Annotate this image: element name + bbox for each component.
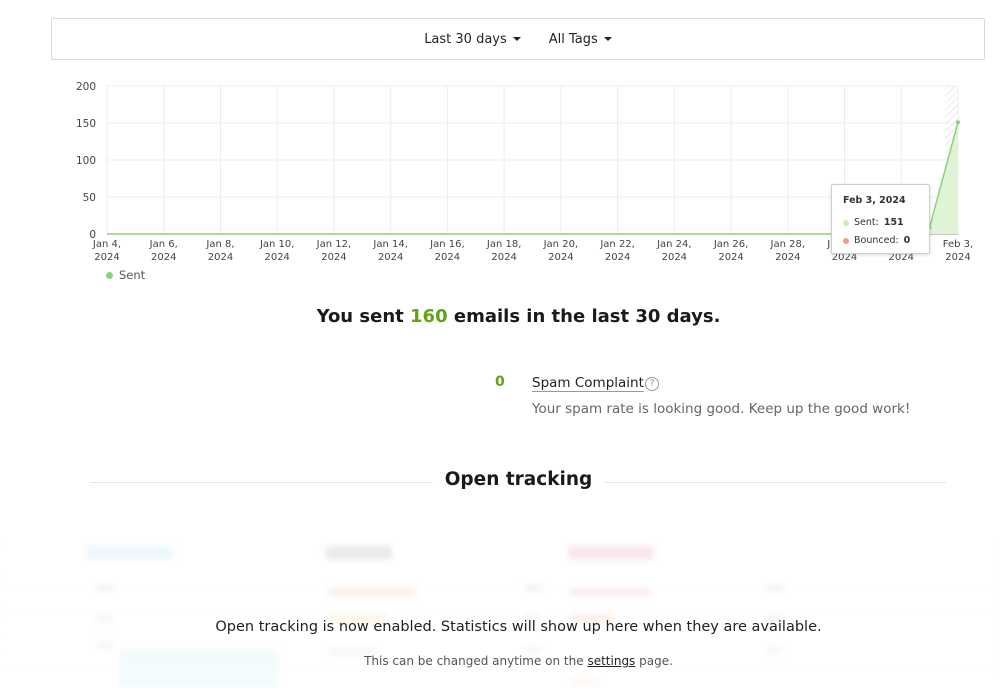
y-tick-label: 50 (83, 192, 96, 204)
tooltip-sent-value: 151 (883, 217, 904, 228)
spam-rate-message: Your spam rate is looking good. Keep up … (532, 401, 911, 417)
tooltip-sent-label: Sent: (854, 217, 879, 228)
tooltip-dot-bounced (843, 237, 849, 244)
x-tick-label: Jan 22, 2024 (599, 239, 635, 263)
y-tick-label: 100 (76, 155, 96, 167)
summary-prefix: You sent (316, 306, 404, 327)
filter-bar: Last 30 days All Tags (51, 18, 985, 60)
data-point-sent (956, 120, 960, 125)
x-tick-label: Jan 14, 2024 (372, 239, 408, 263)
open-tracking-title: Open tracking (0, 469, 1000, 490)
spam-complaint-label[interactable]: Spam Complaint (532, 375, 644, 392)
x-tick-label: Jan 16, 2024 (429, 239, 465, 263)
spam-complaint-count: 0 (495, 374, 505, 390)
open-tracking-title-text: Open tracking (432, 469, 605, 490)
subnotice-before: This can be changed anytime on the (364, 654, 584, 668)
tooltip-row-sent: Sent: 151 (843, 217, 919, 228)
x-tick-label: Jan 12, 2024 (316, 239, 352, 263)
tags-label: All Tags (548, 31, 598, 47)
subnotice-after: page. (639, 654, 673, 668)
tooltip-row-bounced: Bounced: 0 (843, 235, 919, 246)
x-tick-label: Jan 20, 2024 (543, 239, 579, 263)
chart-tooltip: Feb 3, 2024 Sent: 151 Bounced: 0 (831, 184, 930, 254)
x-tick-label: Jan 26, 2024 (713, 239, 749, 263)
tooltip-bounced-value: 0 (903, 235, 911, 246)
chart-legend: Sent (106, 268, 145, 282)
sent-summary: You sent 160 emails in the last 30 days. (0, 306, 1000, 327)
x-tick-label: Jan 24, 2024 (656, 239, 692, 263)
x-tick-label: Jan 10, 2024 (259, 239, 295, 263)
date-range-dropdown[interactable]: Last 30 days (424, 32, 521, 47)
open-tracking-subnotice: This can be changed anytime on the setti… (0, 654, 1000, 668)
x-tick-label: Jan 6, 2024 (149, 239, 178, 263)
open-tracking-notice: Open tracking is now enabled. Statistics… (215, 619, 822, 635)
x-tick-label: Jan 28, 2024 (770, 239, 806, 263)
summary-count: 160 (410, 306, 448, 327)
x-tick-label: Jan 8, 2024 (205, 239, 234, 263)
legend-dot-sent (106, 271, 113, 279)
help-icon[interactable]: ? (645, 377, 659, 391)
tooltip-dot-sent (843, 219, 849, 226)
y-tick-label: 200 (76, 81, 96, 93)
settings-link[interactable]: settings (587, 654, 635, 668)
tooltip-date: Feb 3, 2024 (843, 195, 906, 206)
legend-label-sent[interactable]: Sent (119, 268, 145, 282)
x-tick-label: Jan 18, 2024 (486, 239, 522, 263)
caret-down-icon (603, 37, 612, 41)
x-tick-label: Jan 4, 2024 (92, 239, 121, 263)
tooltip-bounced-label: Bounced: (854, 235, 899, 246)
caret-down-icon (512, 37, 521, 41)
y-tick-label: 150 (76, 118, 96, 130)
x-tick-label: Feb 3, 2024 (943, 239, 973, 263)
summary-suffix: emails in the last 30 days. (453, 306, 721, 327)
tags-dropdown[interactable]: All Tags (549, 32, 612, 47)
date-range-label: Last 30 days (424, 31, 507, 47)
